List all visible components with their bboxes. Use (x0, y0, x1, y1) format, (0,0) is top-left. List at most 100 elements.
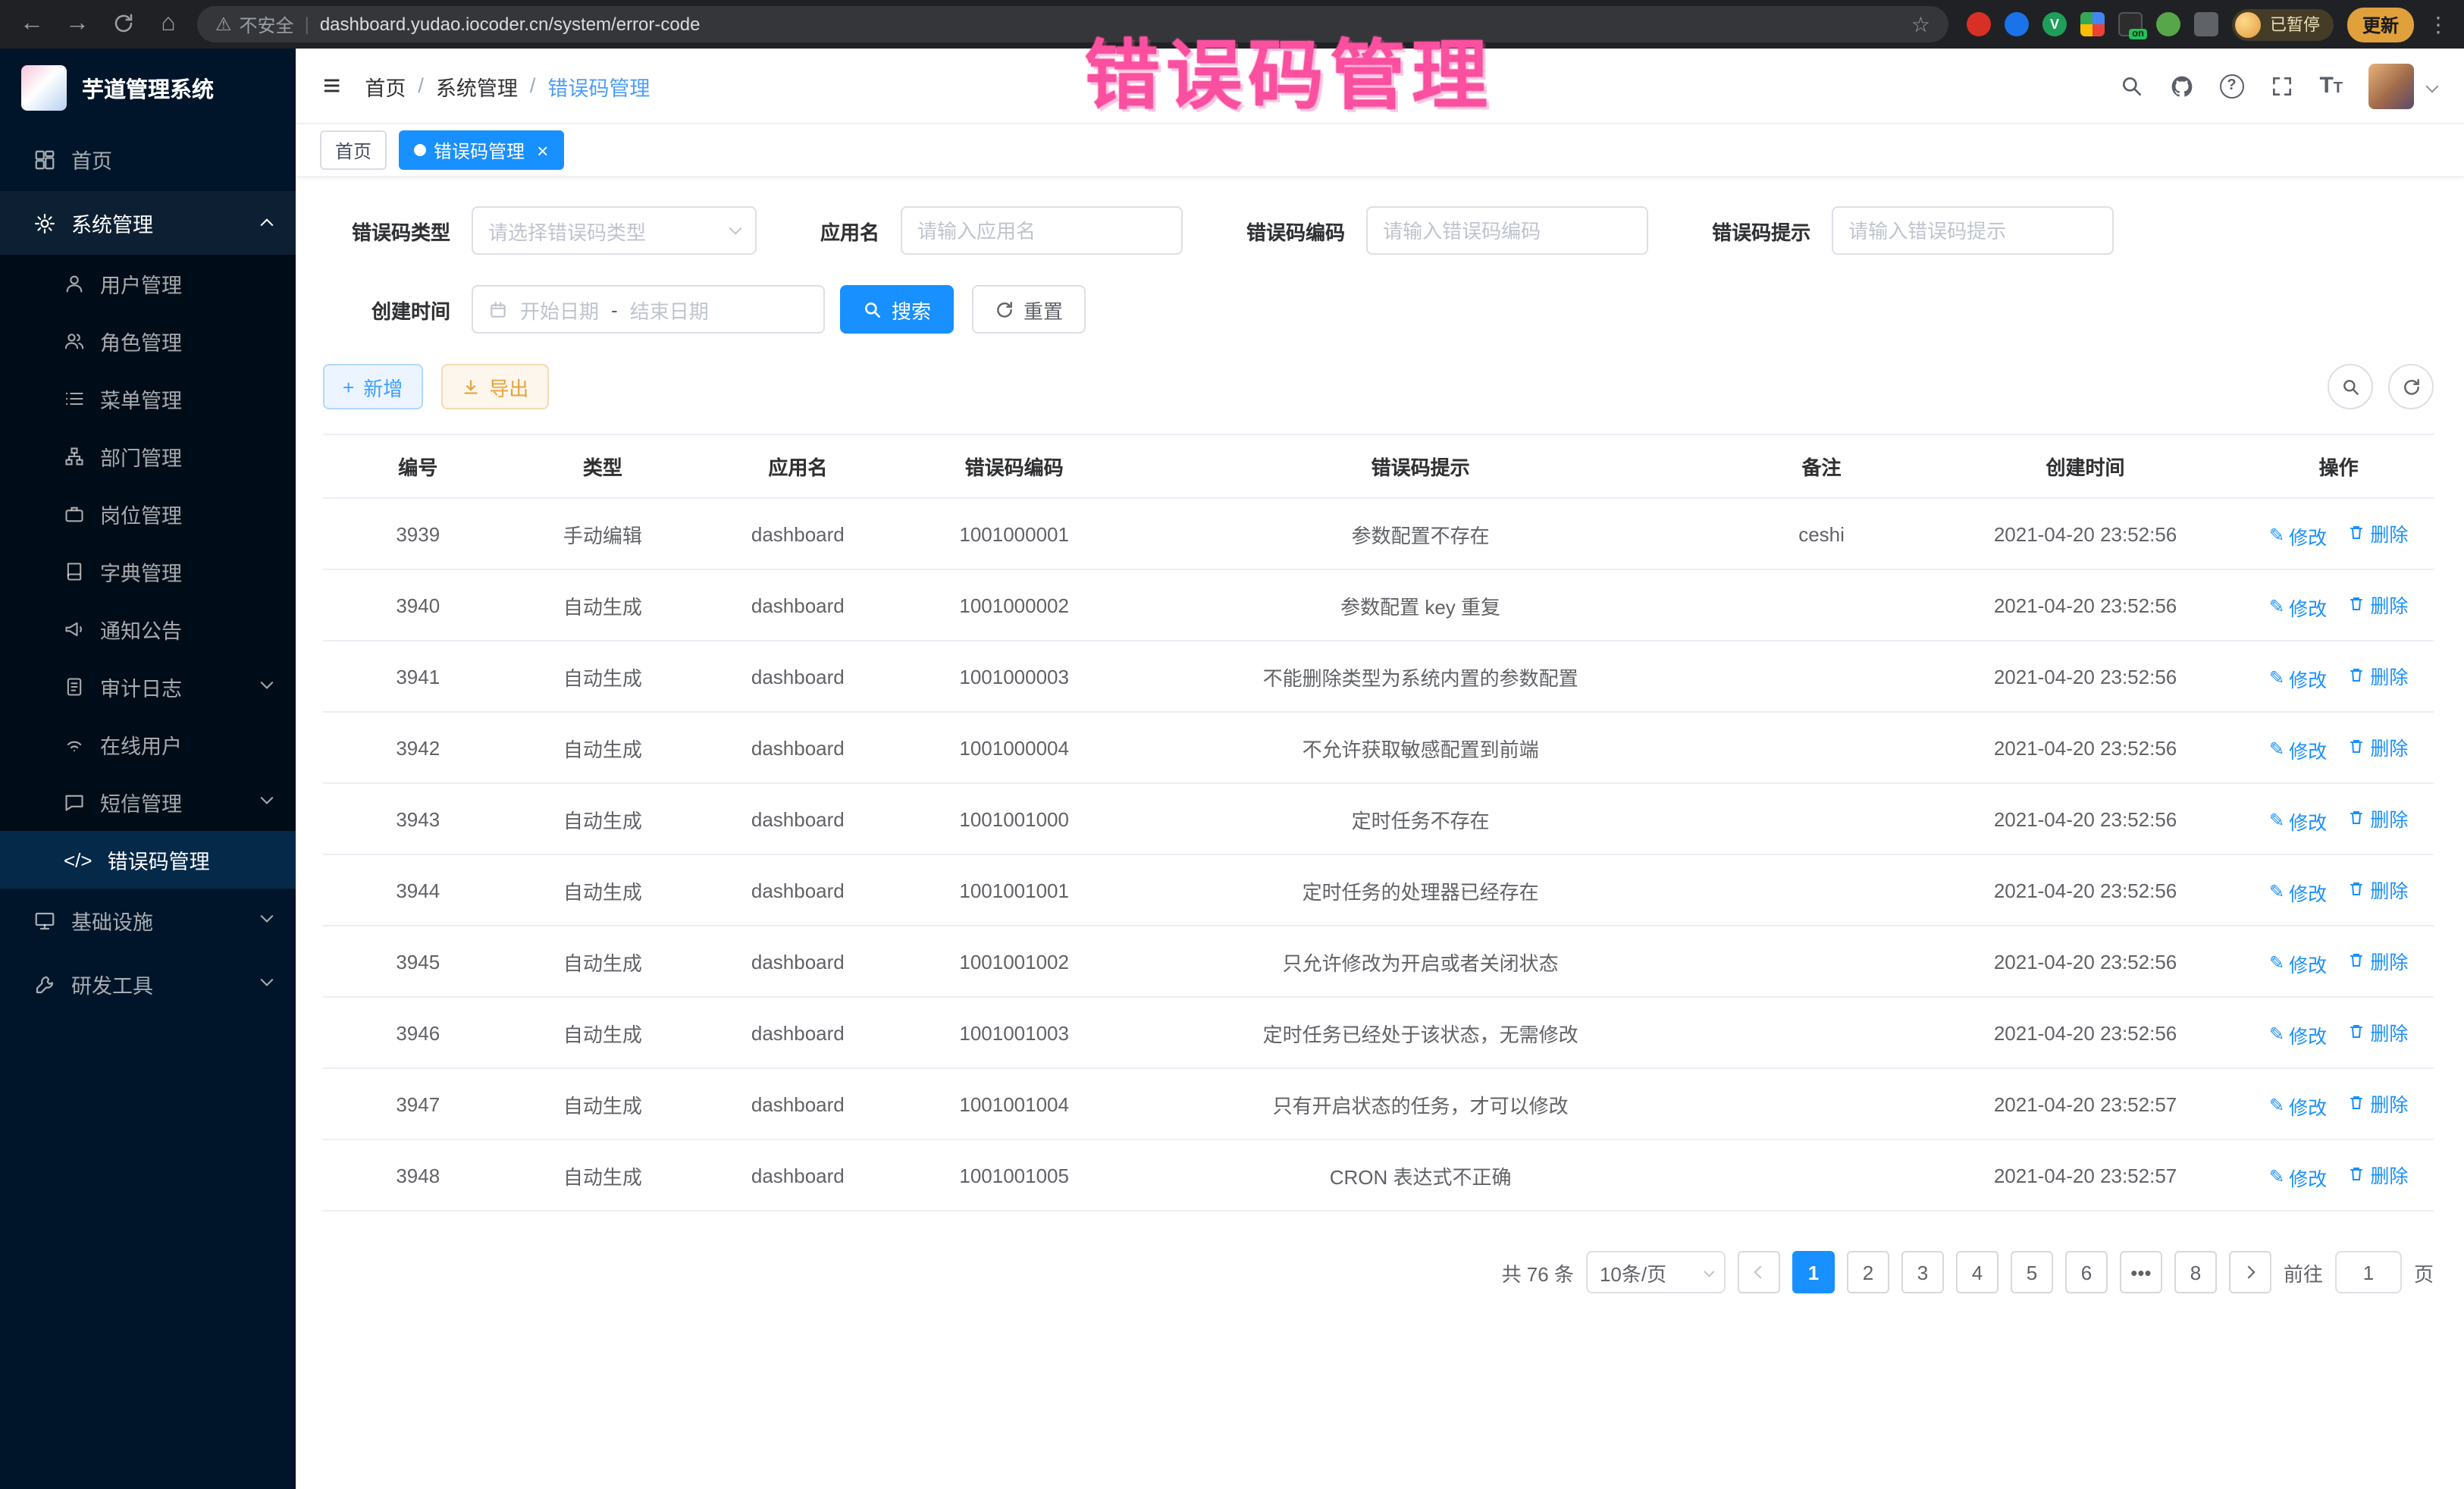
header-search-icon[interactable] (2119, 74, 2143, 98)
add-button[interactable]: + 新增 (323, 364, 422, 409)
sidebar-item-audit-log[interactable]: 审计日志 (0, 658, 296, 716)
extension-icon-blue[interactable] (2005, 12, 2029, 36)
page-size-select[interactable]: 10条/页 (1586, 1251, 1726, 1293)
search-button[interactable]: 搜索 (840, 285, 954, 334)
extension-icon-tampermonkey[interactable]: on (2118, 12, 2143, 36)
reload-icon[interactable] (106, 12, 140, 36)
edit-link[interactable]: ✎修改 (2269, 592, 2327, 621)
extension-icon-green[interactable] (2156, 12, 2180, 36)
profile-button[interactable]: 已暂停 (2232, 8, 2334, 40)
sidebar-item-users[interactable]: 用户管理 (0, 255, 296, 312)
help-icon[interactable]: ? (2219, 74, 2243, 98)
trash-icon (2347, 1022, 2365, 1040)
error-code-input[interactable] (1366, 206, 1648, 255)
error-hint-input[interactable] (1832, 206, 2114, 255)
delete-link[interactable]: 删除 (2347, 1017, 2408, 1045)
toggle-search-button[interactable] (2328, 364, 2373, 409)
sidebar-item-posts[interactable]: 岗位管理 (0, 485, 296, 543)
sidebar-item-home[interactable]: 首页 (0, 127, 296, 191)
font-size-icon[interactable]: TT (2319, 73, 2343, 99)
sidebar-item-roles[interactable]: 角色管理 (0, 312, 296, 370)
sidebar-collapse-icon[interactable]: ≡ (323, 71, 340, 101)
sidebar: 芋道管理系统 首页 系统管理 用户管理 角色管理 (0, 49, 296, 1489)
edit-link[interactable]: ✎修改 (2269, 948, 2327, 977)
error-code-table: 编号 类型 应用名 错误码编码 错误码提示 备注 创建时间 操作 3939 (323, 434, 2434, 1212)
delete-link[interactable]: 删除 (2347, 518, 2408, 547)
page-button-1[interactable]: 1 (1792, 1251, 1835, 1293)
delete-link[interactable]: 删除 (2347, 874, 2408, 903)
export-button[interactable]: 导出 (440, 364, 548, 409)
app-logo[interactable]: 芋道管理系统 (0, 49, 296, 127)
reset-button[interactable]: 重置 (972, 285, 1086, 334)
trash-icon (2347, 951, 2365, 969)
sidebar-item-departments[interactable]: 部门管理 (0, 428, 296, 485)
edit-link[interactable]: ✎修改 (2269, 663, 2327, 692)
sidebar-item-dictionary[interactable]: 字典管理 (0, 543, 296, 600)
edit-link[interactable]: ✎修改 (2269, 1020, 2327, 1049)
chrome-update-button[interactable]: 更新 (2347, 7, 2414, 42)
delete-link[interactable]: 删除 (2347, 732, 2408, 760)
goto-unit: 页 (2414, 1258, 2434, 1287)
user-avatar[interactable] (2368, 63, 2414, 108)
delete-link[interactable]: 删除 (2347, 589, 2408, 618)
forward-icon[interactable]: → (61, 12, 94, 36)
date-range-picker[interactable]: 开始日期 - 结束日期 (472, 285, 825, 334)
cell-id: 3946 (323, 997, 513, 1068)
page-button-2[interactable]: 2 (1847, 1251, 1889, 1293)
breadcrumb-system[interactable]: 系统管理 (436, 71, 518, 101)
address-bar[interactable]: ⚠ 不安全 | dashboard.yudao.iocoder.cn/syste… (197, 6, 1948, 42)
filter-row-1: 错误码类型 请选择错误码类型 应用名 错误码编码 (323, 206, 2434, 255)
edit-link[interactable]: ✎修改 (2269, 806, 2327, 835)
sidebar-item-notices[interactable]: 通知公告 (0, 600, 296, 658)
avatar-dropdown-icon[interactable] (2426, 80, 2439, 92)
sidebar-item-infrastructure[interactable]: 基础设施 (0, 889, 296, 952)
sidebar-item-sms[interactable]: 短信管理 (0, 773, 296, 831)
bookmark-star-icon[interactable]: ☆ (1911, 11, 1930, 37)
delete-link[interactable]: 删除 (2347, 1088, 2408, 1117)
extension-icon-v[interactable]: V (2042, 12, 2067, 36)
tags-view-bar: 首页 错误码管理 × (296, 124, 2464, 176)
tag-close-icon[interactable]: × (537, 140, 548, 160)
prev-page-button[interactable] (1738, 1251, 1780, 1293)
next-page-button[interactable] (2229, 1251, 2271, 1293)
delete-link[interactable]: 删除 (2347, 945, 2408, 974)
extensions-puzzle-icon[interactable] (2194, 12, 2218, 36)
sidebar-item-system[interactable]: 系统管理 (0, 191, 296, 255)
cell-ops: ✎修改 删除 (2243, 569, 2434, 641)
tag-error-code[interactable]: 错误码管理 × (399, 130, 563, 170)
edit-link[interactable]: ✎修改 (2269, 877, 2327, 906)
tag-home[interactable]: 首页 (320, 130, 387, 170)
page-ellipsis-button[interactable]: ••• (2120, 1251, 2162, 1293)
refresh-icon (2401, 377, 2421, 397)
extension-icon-red[interactable] (1967, 12, 1991, 36)
page-button-3[interactable]: 3 (1901, 1251, 1944, 1293)
delete-link[interactable]: 删除 (2347, 1159, 2408, 1188)
goto-page-input[interactable] (2335, 1251, 2402, 1293)
page-button-6[interactable]: 6 (2065, 1251, 2108, 1293)
refresh-table-button[interactable] (2388, 364, 2434, 409)
breadcrumb-home[interactable]: 首页 (365, 71, 406, 101)
edit-link[interactable]: ✎修改 (2269, 1091, 2327, 1120)
back-icon[interactable]: ← (15, 12, 49, 36)
page-button-4[interactable]: 4 (1956, 1251, 1998, 1293)
github-icon[interactable] (2169, 74, 2193, 98)
edit-link[interactable]: ✎修改 (2269, 521, 2327, 550)
edit-link[interactable]: ✎修改 (2269, 1162, 2327, 1191)
error-type-select[interactable]: 请选择错误码类型 (472, 206, 757, 255)
sidebar-item-menus[interactable]: 菜单管理 (0, 370, 296, 428)
delete-link[interactable]: 删除 (2347, 660, 2408, 689)
browser-menu-icon[interactable]: ⋮ (2428, 11, 2449, 37)
sidebar-item-devtools[interactable]: 研发工具 (0, 952, 296, 1016)
app-name-input[interactable] (901, 206, 1183, 255)
edit-link[interactable]: ✎修改 (2269, 735, 2327, 763)
fullscreen-icon[interactable] (2269, 74, 2293, 98)
page-button-5[interactable]: 5 (2011, 1251, 2053, 1293)
trash-icon (2347, 1165, 2365, 1183)
app-shell: 芋道管理系统 首页 系统管理 用户管理 角色管理 (0, 49, 2464, 1489)
delete-link[interactable]: 删除 (2347, 803, 2408, 832)
page-button-8[interactable]: 8 (2174, 1251, 2217, 1293)
sidebar-item-online-users[interactable]: 在线用户 (0, 716, 296, 773)
sidebar-item-error-code[interactable]: </> 错误码管理 (0, 831, 296, 889)
home-icon[interactable]: ⌂ (152, 12, 185, 36)
extension-icon-grid[interactable] (2080, 12, 2105, 36)
